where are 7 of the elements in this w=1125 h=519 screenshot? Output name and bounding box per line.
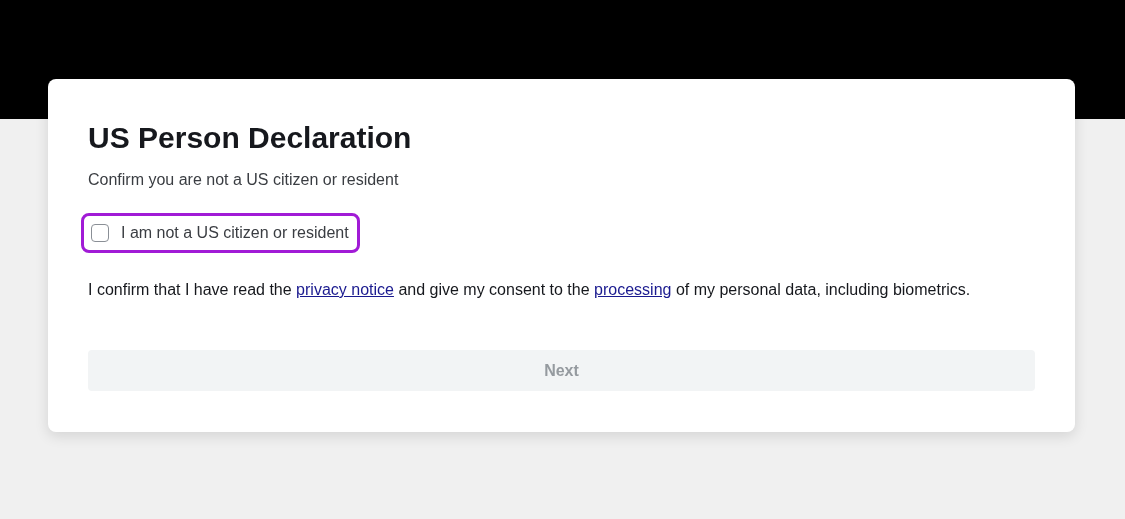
consent-text: I confirm that I have read the privacy notice and give my consent to the processing of my personal data, including biometrics. [88,280,972,300]
checkbox-label[interactable]: I am not a US citizen or resident [121,224,349,242]
consent-link[interactable]: privacy notice [296,281,394,298]
page-title: US Person Declaration [88,120,413,156]
consent-link[interactable]: processing [594,281,672,298]
checkbox[interactable] [91,224,109,242]
subtitle: Confirm you are not a US citizen or resident [88,171,400,189]
